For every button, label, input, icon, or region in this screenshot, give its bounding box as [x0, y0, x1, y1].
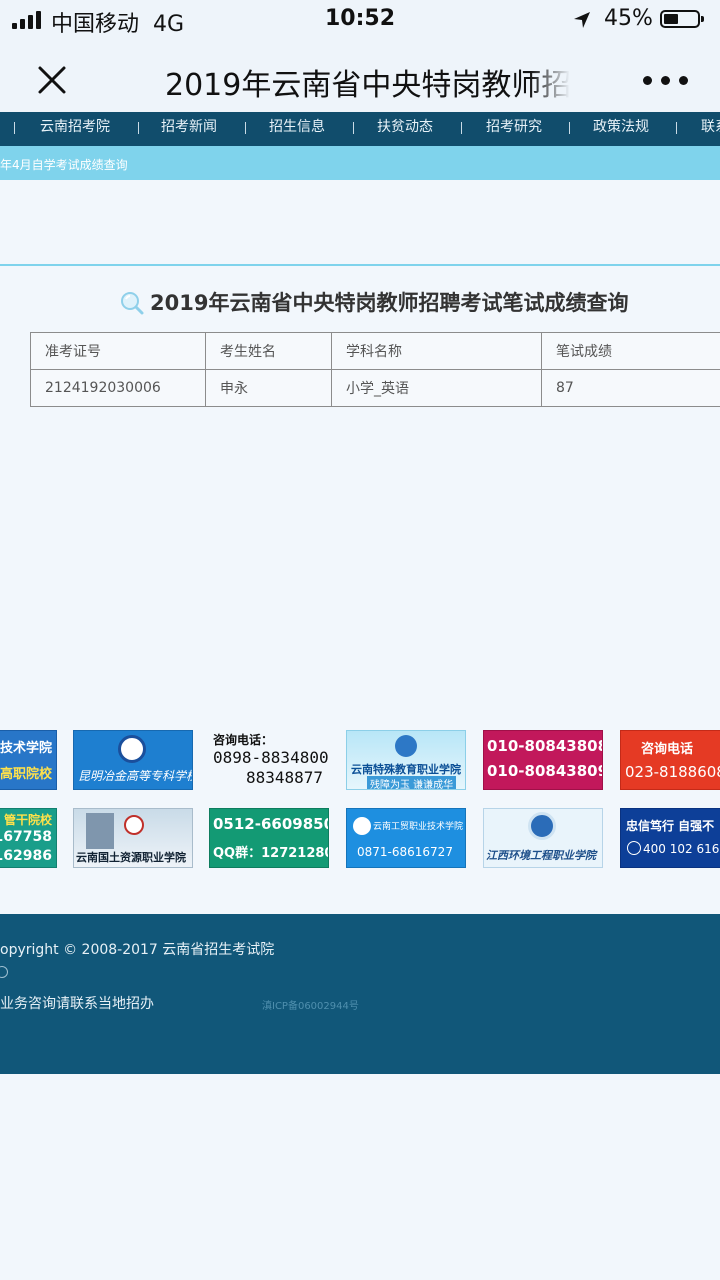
ad-text: 业技术学院: [0, 741, 52, 756]
header-exam-number: 准考证号: [30, 332, 206, 370]
ad-banner[interactable]: 忠信笃行 自强不 400 102 6161: [620, 808, 720, 868]
table-row: 2124192030006 申永 小学_英语 87: [30, 369, 720, 407]
hand-emblem-icon: [395, 735, 417, 757]
footer-consult-note: 业务咨询请联系当地招办: [0, 996, 154, 1012]
footer-copyright: opyright © 2008-2017 云南省招生考试院: [0, 942, 275, 958]
menu-separator: [569, 122, 570, 134]
more-options-icon[interactable]: [643, 76, 689, 86]
ad-text: 400 102 6161: [643, 842, 720, 856]
nav-title: 2019年云南省中央特岗教师招聘考试笔试成绩查询: [165, 60, 570, 100]
query-title: 2019年云南省中央特岗教师招聘考试笔试成绩查询: [150, 291, 629, 315]
ad-banner[interactable]: 业技术学院 高职院校: [0, 730, 57, 790]
ad-text: 残障为玉 谦谦成华: [367, 776, 457, 789]
ad-banner[interactable]: 0512-66098505 QQ群：127212808: [209, 808, 329, 868]
ad-banner-grid: 业技术学院 高职院校 昆明冶金高等专科学校 咨询电话： 0898-8834800…: [0, 728, 720, 870]
school-emblem-icon: [353, 817, 371, 835]
menu-item-poverty-news[interactable]: 扶贫动态: [377, 116, 433, 136]
status-bar: 中国移动 4G 10:52 45%: [0, 0, 720, 40]
ad-text: 忠信笃行 自强不: [626, 819, 715, 833]
footer-icp-link[interactable]: 滇ICP备06002944号: [262, 997, 359, 1012]
ad-banner[interactable]: 咨询电话： 0898-88348005 88348877: [209, 730, 329, 790]
menu-item-exam-research[interactable]: 招考研究: [486, 116, 542, 136]
cell-subject: 小学_英语: [331, 369, 542, 407]
cell-exam-number: 2124192030006: [30, 369, 206, 407]
menu-item-yunnan-exam-institute[interactable]: 云南招考院: [40, 116, 110, 136]
search-icon: [121, 292, 144, 315]
ad-text: 管干院校: [3, 813, 52, 827]
ad-text: 0871-68616727: [357, 845, 453, 859]
ad-banner[interactable]: 江西环境工程职业学院: [483, 808, 603, 868]
ad-text: 010-80843808: [487, 737, 603, 755]
ad-text: 江西环境工程职业学院: [486, 849, 596, 862]
school-emblem-icon: [528, 812, 556, 840]
phone-icon: [627, 841, 641, 855]
section-divider: [0, 264, 720, 266]
nav-bar: 2019年云南省中央特岗教师招聘考试笔试成绩查询: [0, 40, 720, 112]
ad-banner[interactable]: 010-80843808 010-80843809: [483, 730, 603, 790]
ad-text: 咨询电话: [641, 742, 694, 757]
ad-text: 云南国土资源职业学院: [76, 851, 186, 864]
ad-banner[interactable]: 云南国土资源职业学院: [73, 808, 193, 868]
menu-item-exam-news[interactable]: 招考新闻: [161, 116, 217, 136]
ad-text: 昆明冶金高等专科学校: [78, 769, 193, 783]
ad-text: 88348877: [245, 768, 323, 787]
results-table: 准考证号 考生姓名 学科名称 笔试成绩 2124192030006 申永 小学_…: [30, 332, 720, 407]
ad-text: 023-8188608: [625, 763, 720, 781]
ad-text: 167758: [0, 829, 52, 845]
police-badge-icon: [0, 966, 8, 978]
ad-text: 云南特殊教育职业学院: [351, 763, 461, 776]
ad-text: 云南工贸职业技术学院: [373, 822, 464, 832]
ad-text: 010-80843809: [487, 762, 603, 780]
ad-text: QQ群：127212808: [213, 846, 328, 861]
ad-banner[interactable]: 昆明冶金高等专科学校: [73, 730, 193, 790]
location-arrow-icon: [574, 12, 590, 28]
breadcrumb-link[interactable]: 年4月自学考试成绩查询: [0, 156, 128, 173]
ad-text: 高职院校: [0, 767, 52, 782]
ad-text: 咨询电话：: [213, 733, 274, 747]
site-footer: opyright © 2008-2017 云南省招生考试院 业务咨询请联系当地招…: [0, 914, 720, 1074]
menu-separator: [138, 122, 139, 134]
header-candidate-name: 考生姓名: [205, 332, 332, 370]
close-icon[interactable]: [34, 62, 70, 98]
ad-banner[interactable]: 管干院校 167758 162986: [0, 808, 57, 868]
ad-text: 162986: [0, 848, 52, 864]
cell-written-score: 87: [541, 369, 720, 407]
building-image: [86, 813, 114, 849]
menu-item-contact[interactable]: 联系: [701, 116, 720, 136]
school-emblem-icon: [124, 815, 144, 835]
header-written-score: 笔试成绩: [541, 332, 720, 370]
ad-banner[interactable]: 云南特殊教育职业学院 残障为玉 谦谦成华: [346, 730, 466, 790]
sub-bar: 年4月自学考试成绩查询: [0, 146, 720, 180]
school-emblem-icon: [118, 735, 146, 763]
menu-item-enrollment-info[interactable]: 招生信息: [269, 116, 325, 136]
header-subject: 学科名称: [331, 332, 542, 370]
menu-separator: [676, 122, 677, 134]
menu-separator: [461, 122, 462, 134]
menu-item-policies[interactable]: 政策法规: [593, 116, 649, 136]
ad-banner[interactable]: 咨询电话 023-8188608: [620, 730, 720, 790]
ad-text: 0512-66098505: [213, 815, 328, 833]
site-top-menu: 云南招考院 招考新闻 招生信息 扶贫动态 招考研究 政策法规 联系: [0, 112, 720, 146]
menu-separator: [245, 122, 246, 134]
menu-separator: [14, 122, 15, 134]
ad-text: 0898-88348005: [213, 748, 329, 767]
cell-candidate-name: 申永: [205, 369, 332, 407]
table-header-row: 准考证号 考生姓名 学科名称 笔试成绩: [30, 332, 720, 370]
battery-percent: 45%: [604, 6, 653, 31]
battery-icon: [660, 10, 704, 28]
menu-separator: [353, 122, 354, 134]
ad-banner[interactable]: 云南工贸职业技术学院 0871-68616727: [346, 808, 466, 868]
